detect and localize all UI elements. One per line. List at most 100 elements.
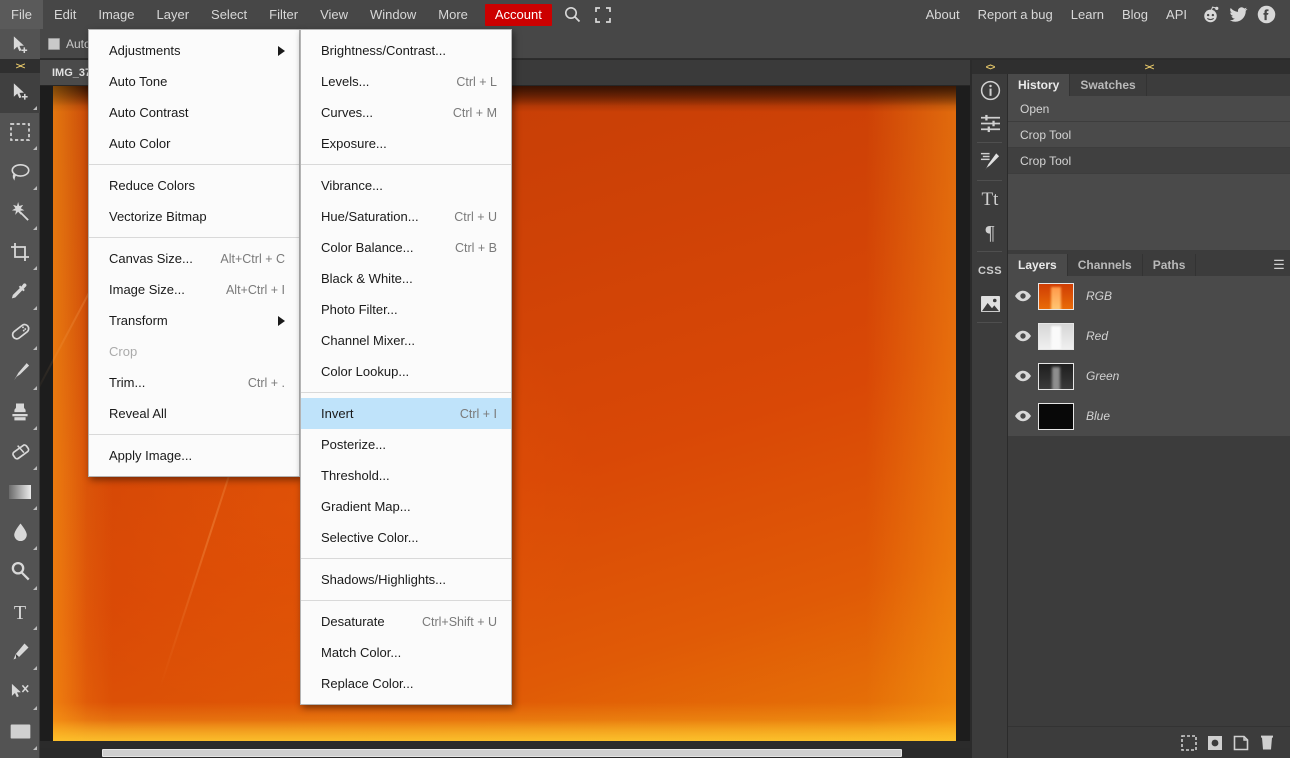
menu-item-gradient-map[interactable]: Gradient Map... <box>301 491 511 522</box>
menu-item-auto-contrast[interactable]: Auto Contrast <box>89 97 299 128</box>
menu-item-vibrance[interactable]: Vibrance... <box>301 170 511 201</box>
eraser-tool[interactable] <box>0 433 40 473</box>
checkbox-box[interactable] <box>48 37 60 50</box>
link-report-a-bug[interactable]: Report a bug <box>969 0 1062 29</box>
menu-item-trim[interactable]: Trim... Ctrl + . <box>89 367 299 398</box>
load-selection-icon[interactable] <box>1176 730 1202 756</box>
search-icon[interactable] <box>558 0 588 29</box>
menu-item-replace-color[interactable]: Replace Color... <box>301 668 511 699</box>
menu-image[interactable]: Image <box>87 0 145 29</box>
history-entry[interactable]: Open <box>1008 96 1290 122</box>
history-entry[interactable]: Crop Tool <box>1008 148 1290 174</box>
rail-collapse-toggle[interactable]: <> <box>972 60 1008 74</box>
menu-layer[interactable]: Layer <box>146 0 201 29</box>
eye-visibility-icon[interactable] <box>1008 290 1038 302</box>
blur-tool[interactable] <box>0 513 40 553</box>
tab-paths[interactable]: Paths <box>1143 254 1197 276</box>
history-entry[interactable]: Crop Tool <box>1008 122 1290 148</box>
tab-swatches[interactable]: Swatches <box>1070 74 1147 96</box>
dodge-tool[interactable] <box>0 553 40 593</box>
menu-item-vectorize-bitmap[interactable]: Vectorize Bitmap <box>89 201 299 232</box>
menu-item-transform[interactable]: Transform <box>89 305 299 336</box>
magic-wand-tool[interactable] <box>0 193 40 233</box>
facebook-icon[interactable] <box>1252 0 1280 29</box>
image-menu-dropdown[interactable]: Adjustments Auto Tone Auto Contrast Auto Co… <box>88 29 300 477</box>
adjustments-submenu-dropdown[interactable]: Brightness/Contrast... Levels... Ctrl + L C… <box>300 29 512 705</box>
eye-visibility-icon[interactable] <box>1008 330 1038 342</box>
canvas-horizontal-scrollbar[interactable] <box>40 748 970 758</box>
account-button[interactable]: Account <box>484 3 552 26</box>
shape-tool[interactable] <box>0 713 40 753</box>
eyedropper-tool[interactable] <box>0 273 40 313</box>
menu-item-match-color[interactable]: Match Color... <box>301 637 511 668</box>
panel-collapse-toggle[interactable]: >< <box>1008 60 1290 74</box>
image-properties-icon[interactable] <box>972 287 1008 320</box>
menu-item-posterize[interactable]: Posterize... <box>301 429 511 460</box>
fullscreen-icon[interactable] <box>588 0 618 29</box>
menu-view[interactable]: View <box>309 0 359 29</box>
menu-item-photo-filter[interactable]: Photo Filter... <box>301 294 511 325</box>
menu-item-curves[interactable]: Curves... Ctrl + M <box>301 97 511 128</box>
tab-channels[interactable]: Channels <box>1068 254 1143 276</box>
twitter-icon[interactable] <box>1224 0 1252 29</box>
link-blog[interactable]: Blog <box>1113 0 1157 29</box>
menu-item-hue-saturation[interactable]: Hue/Saturation... Ctrl + U <box>301 201 511 232</box>
link-about[interactable]: About <box>917 0 969 29</box>
menu-item-reveal-all[interactable]: Reveal All <box>89 398 299 429</box>
save-selection-icon[interactable] <box>1202 730 1228 756</box>
gradient-tool[interactable] <box>0 473 40 513</box>
channel-row[interactable]: RGB <box>1008 276 1290 316</box>
menu-item-exposure[interactable]: Exposure... <box>301 128 511 159</box>
hamburger-icon[interactable]: ☰ <box>1268 254 1290 276</box>
menu-item-selective-color[interactable]: Selective Color... <box>301 522 511 553</box>
reddit-icon[interactable] <box>1196 0 1224 29</box>
menu-item-black-white[interactable]: Black & White... <box>301 263 511 294</box>
brush-tool[interactable] <box>0 353 40 393</box>
menu-item-brightness-contrast[interactable]: Brightness/Contrast... <box>301 35 511 66</box>
menu-window[interactable]: Window <box>359 0 427 29</box>
healing-brush-tool[interactable] <box>0 313 40 353</box>
menu-edit[interactable]: Edit <box>43 0 87 29</box>
channel-row[interactable]: Green <box>1008 356 1290 396</box>
menu-item-apply-image[interactable]: Apply Image... <box>89 440 299 471</box>
menu-item-desaturate[interactable]: Desaturate Ctrl+Shift + U <box>301 606 511 637</box>
css-icon[interactable]: CSS <box>972 254 1008 287</box>
menu-file[interactable]: File <box>0 0 43 29</box>
brush-settings-icon[interactable] <box>972 145 1008 178</box>
toolbar-collapse-toggle[interactable]: >< <box>0 59 40 73</box>
hand-tool[interactable] <box>0 753 40 758</box>
menu-item-color-balance[interactable]: Color Balance... Ctrl + B <box>301 232 511 263</box>
link-learn[interactable]: Learn <box>1062 0 1113 29</box>
pen-tool[interactable] <box>0 633 40 673</box>
channel-row[interactable]: Blue <box>1008 396 1290 436</box>
crop-tool[interactable] <box>0 233 40 273</box>
menu-more[interactable]: More <box>427 0 479 29</box>
type-tool[interactable]: T <box>0 593 40 633</box>
delete-channel-icon[interactable] <box>1254 730 1280 756</box>
adjustments-sliders-icon[interactable] <box>972 107 1008 140</box>
clone-stamp-tool[interactable] <box>0 393 40 433</box>
tab-layers[interactable]: Layers <box>1008 254 1068 276</box>
menu-item-channel-mixer[interactable]: Channel Mixer... <box>301 325 511 356</box>
menu-item-threshold[interactable]: Threshold... <box>301 460 511 491</box>
paragraph-icon[interactable]: ¶ <box>972 216 1008 249</box>
menu-item-invert[interactable]: Invert Ctrl + I <box>301 398 511 429</box>
new-channel-icon[interactable] <box>1228 730 1254 756</box>
menu-item-color-lookup[interactable]: Color Lookup... <box>301 356 511 387</box>
tab-history[interactable]: History <box>1008 74 1071 96</box>
eye-visibility-icon[interactable] <box>1008 410 1038 422</box>
menu-item-canvas-size[interactable]: Canvas Size... Alt+Ctrl + C <box>89 243 299 274</box>
channel-row[interactable]: Red <box>1008 316 1290 356</box>
link-api[interactable]: API <box>1157 0 1196 29</box>
menu-filter[interactable]: Filter <box>258 0 309 29</box>
character-icon[interactable]: Tt <box>972 183 1008 216</box>
menu-item-adjustments[interactable]: Adjustments <box>89 35 299 66</box>
move-tool[interactable] <box>0 73 40 113</box>
menu-item-auto-tone[interactable]: Auto Tone <box>89 66 299 97</box>
menu-item-image-size[interactable]: Image Size... Alt+Ctrl + I <box>89 274 299 305</box>
rectangular-marquee-tool[interactable] <box>0 113 40 153</box>
scrollbar-thumb[interactable] <box>102 749 902 757</box>
menu-item-auto-color[interactable]: Auto Color <box>89 128 299 159</box>
menu-item-shadows-highlights[interactable]: Shadows/Highlights... <box>301 564 511 595</box>
eye-visibility-icon[interactable] <box>1008 370 1038 382</box>
